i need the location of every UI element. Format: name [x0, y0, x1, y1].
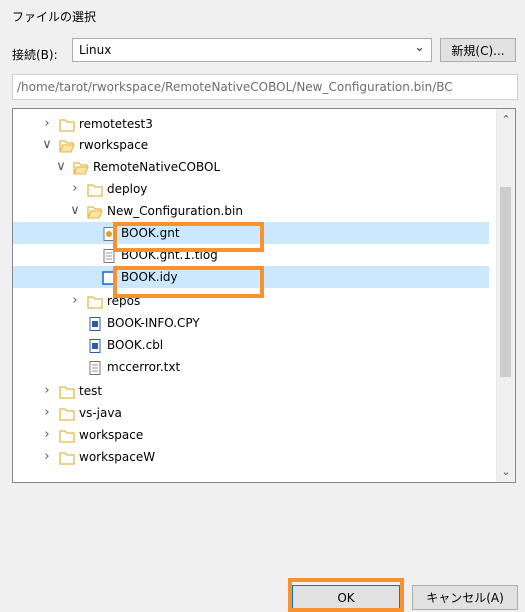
- folder-icon: [87, 182, 103, 197]
- chevron-right-icon[interactable]: ›: [69, 290, 81, 312]
- highlight-box-gnt: [113, 222, 264, 252]
- tree-item[interactable]: › vs-java: [13, 402, 489, 424]
- folder-open-icon: [73, 160, 89, 175]
- connection-select[interactable]: Linux ⌄: [72, 38, 432, 62]
- chevron-right-icon[interactable]: ›: [41, 113, 53, 135]
- cancel-button[interactable]: キャンセル(A): [412, 585, 518, 610]
- new-connection-button[interactable]: 新規(C)...: [440, 38, 516, 62]
- chevron-down-icon[interactable]: ∨: [55, 156, 67, 178]
- scroll-down-icon[interactable]: ⌄: [497, 465, 515, 478]
- tree-item[interactable]: ∨ rworkspace: [13, 134, 489, 156]
- tree-item[interactable]: › remotetest3: [13, 113, 489, 135]
- connection-label: 接続(B):: [12, 48, 58, 62]
- tree-item[interactable]: › workspace: [13, 424, 489, 446]
- tree-item[interactable]: ∨ New_Configuration.bin: [13, 200, 489, 222]
- tree-item-label: RemoteNativeCOBOL: [93, 160, 221, 174]
- tree-item-label: New_Configuration.bin: [107, 204, 243, 218]
- tree-item[interactable]: › workspaceW: [13, 446, 489, 468]
- tree-item-label: deploy: [107, 182, 148, 196]
- folder-icon: [59, 406, 75, 421]
- tree-item-label: workspaceW: [79, 450, 156, 464]
- folder-icon: [87, 294, 103, 309]
- dialog-title: ファイルの選択: [12, 10, 97, 24]
- folder-icon: [59, 450, 75, 465]
- folder-icon: [59, 428, 75, 443]
- tree-item[interactable]: BOOK-INFO.CPY: [13, 312, 489, 334]
- file-tree[interactable]: › remotetest3 ∨ rworkspace ∨ RemoteNativeCOBO…: [12, 108, 516, 483]
- vertical-scrollbar[interactable]: ⌃ ⌄: [496, 109, 515, 482]
- folder-icon: [59, 384, 75, 399]
- chevron-down-icon[interactable]: ∨: [69, 200, 81, 222]
- connection-value: Linux: [79, 43, 112, 57]
- folder-open-icon: [87, 204, 103, 219]
- chevron-down-icon[interactable]: ∨: [41, 134, 53, 156]
- ok-highlight-box: [288, 578, 404, 612]
- tree-item-label: vs-java: [79, 406, 122, 420]
- chevron-right-icon[interactable]: ›: [41, 380, 53, 402]
- tree-item-label: mccerror.txt: [107, 360, 181, 374]
- tree-item[interactable]: ∨ RemoteNativeCOBOL: [13, 156, 489, 178]
- tree-item[interactable]: › test: [13, 380, 489, 402]
- folder-icon: [59, 117, 75, 132]
- path-field: /home/tarot/rworkspace/RemoteNativeCOBOL…: [12, 74, 518, 100]
- tree-item[interactable]: mccerror.txt: [13, 356, 489, 378]
- tree-item-label: BOOK.cbl: [107, 338, 164, 352]
- tree-item-label: test: [79, 384, 103, 398]
- text-file-icon: [87, 360, 103, 375]
- chevron-right-icon[interactable]: ›: [69, 178, 81, 200]
- cobol-file-icon: [87, 316, 103, 331]
- tree-item-label: rworkspace: [79, 138, 149, 152]
- tree-item-label: remotetest3: [79, 117, 153, 131]
- tree-item[interactable]: BOOK.cbl: [13, 334, 489, 356]
- chevron-right-icon[interactable]: ›: [41, 446, 53, 468]
- chevron-right-icon[interactable]: ›: [41, 424, 53, 446]
- folder-open-icon: [59, 138, 75, 153]
- tree-item[interactable]: › deploy: [13, 178, 489, 200]
- chevron-right-icon[interactable]: ›: [41, 402, 53, 424]
- cobol-file-icon: [87, 338, 103, 353]
- tree-item-label: workspace: [79, 428, 144, 442]
- scroll-up-icon[interactable]: ⌃: [497, 113, 515, 126]
- tree-item-label: BOOK-INFO.CPY: [107, 316, 200, 330]
- scroll-thumb[interactable]: [500, 187, 511, 377]
- highlight-box-idy: [113, 266, 264, 298]
- chevron-down-icon: ⌄: [414, 40, 425, 55]
